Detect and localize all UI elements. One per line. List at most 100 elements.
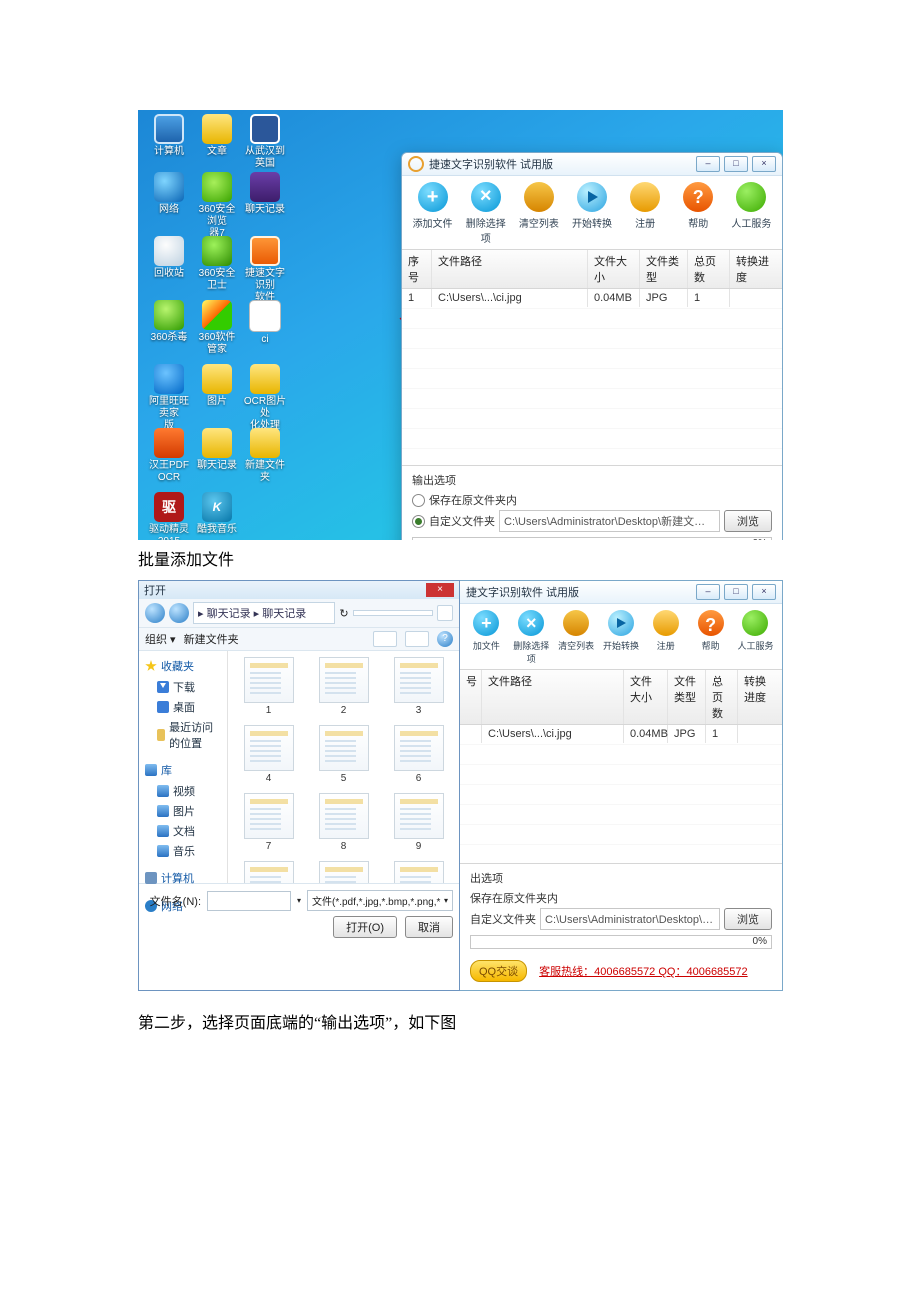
computer-icon (145, 872, 157, 884)
support-button[interactable]: 人工服务 (727, 182, 775, 245)
register-button[interactable]: 注册 (645, 610, 687, 665)
file-thumbnail[interactable]: 8 (309, 793, 378, 855)
nav-back-button[interactable] (145, 603, 165, 623)
nav-recent[interactable]: 最近访问的位置 (139, 717, 227, 753)
nav-pictures[interactable]: 图片 (139, 801, 227, 821)
desktop-icon[interactable]: 360杀毒 (146, 300, 192, 344)
desktop-icon[interactable]: 聊天记录 (242, 172, 288, 216)
close-button[interactable]: × (752, 156, 776, 172)
nav-music[interactable]: 音乐 (139, 841, 227, 861)
file-thumbnail[interactable]: 4 (234, 725, 303, 787)
desktop-icon[interactable]: 图片 (194, 364, 240, 408)
desktop-icon[interactable]: 网络 (146, 172, 192, 216)
desktop-icon[interactable]: 捷速文字识别 软件 (242, 236, 288, 304)
filename-input[interactable] (207, 891, 291, 911)
file-thumbnail[interactable]: 10 (234, 861, 303, 883)
clear-list-button[interactable]: 清空列表 (555, 610, 597, 665)
table-row[interactable]: C:\Users\...\ci.jpg 0.04MB JPG 1 (460, 725, 782, 743)
help-button[interactable]: 帮助 (674, 182, 722, 245)
ocr-app-window-2: 捷文字识别软件 试用版 – □ × 加文件 删除选择项 清空列表 开始转换 注册… (460, 580, 783, 991)
add-file-button[interactable]: 添加文件 (409, 182, 457, 245)
register-button[interactable]: 注册 (621, 182, 669, 245)
dialog-close-button[interactable]: × (426, 583, 454, 597)
titlebar[interactable]: 捷文字识别软件 试用版 – □ × (460, 581, 782, 604)
desktop-icon[interactable]: 360安全卫士 (194, 236, 240, 292)
desktop-icon[interactable]: 回收站 (146, 236, 192, 280)
dialog-search-input[interactable] (353, 610, 433, 616)
desktop-icon[interactable]: 驱驱动精灵 2015 (146, 492, 192, 540)
desktop-icon[interactable]: 文章 (194, 114, 240, 158)
desktop-icon[interactable]: 新建文件夹 (242, 428, 288, 484)
radio-custom-folder[interactable] (412, 515, 425, 528)
cancel-button[interactable]: 取消 (405, 916, 453, 938)
desktop-icon[interactable]: 汉王PDF OCR (146, 428, 192, 484)
nav-downloads[interactable]: 下载 (139, 677, 227, 697)
help-button[interactable]: 帮助 (690, 610, 732, 665)
file-thumbnail[interactable]: 5 (309, 725, 378, 787)
desktop-icon[interactable]: 计算机 (146, 114, 192, 158)
nav-libraries[interactable]: 库 (139, 759, 227, 781)
search-icon[interactable] (437, 605, 453, 621)
nav-computer[interactable]: 计算机 (139, 867, 227, 889)
nav-desktop[interactable]: 桌面 (139, 697, 227, 717)
dialog-help-button[interactable]: ? (437, 631, 453, 647)
nav-forward-button[interactable] (169, 603, 189, 623)
close-button[interactable]: × (752, 584, 776, 600)
titlebar[interactable]: 捷速文字识别软件 试用版 – □ × (402, 153, 782, 176)
organize-menu[interactable]: 组织 ▾ (145, 631, 176, 647)
filename-dropdown-icon[interactable]: ▾ (297, 896, 301, 905)
refresh-icon[interactable]: ↻ (339, 607, 349, 620)
file-thumbnail[interactable]: 11 (309, 861, 378, 883)
desktop-icon[interactable]: K酷我音乐 (194, 492, 240, 536)
desktop-icon (157, 701, 169, 713)
nav-favorites[interactable]: 收藏夹 (139, 655, 227, 677)
browse-button[interactable]: 浏览 (724, 908, 772, 930)
file-thumbnail[interactable]: 6 (384, 725, 453, 787)
thumbnail-label: 2 (309, 705, 378, 716)
app-icon (154, 364, 184, 394)
nav-videos[interactable]: 视频 (139, 781, 227, 801)
output-path-field[interactable]: C:\Users\Administrator\Desktop\新建文件夹 (499, 510, 720, 532)
minimize-button[interactable]: – (696, 156, 720, 172)
minimize-button[interactable]: – (696, 584, 720, 600)
remove-selected-button[interactable]: 删除选择项 (510, 610, 552, 665)
remove-selected-button[interactable]: 删除选择项 (462, 182, 510, 245)
desktop-icon[interactable]: 从武汉到英国 (242, 114, 288, 170)
app-icon (250, 114, 280, 144)
desktop-icon[interactable]: 阿里旺旺卖家 版 (146, 364, 192, 432)
maximize-button[interactable]: □ (724, 156, 748, 172)
nav-documents[interactable]: 文档 (139, 821, 227, 841)
desktop-icon-label: 酷我音乐 (194, 524, 240, 536)
add-file-button[interactable]: 加文件 (465, 610, 507, 665)
breadcrumb[interactable]: ▸ 聊天记录 ▸ 聊天记录 (193, 602, 335, 624)
dialog-titlebar[interactable]: 打开 × (139, 581, 459, 599)
qq-buy-button[interactable]: QQ交谈 (470, 960, 527, 982)
browse-button[interactable]: 浏览 (724, 510, 772, 532)
desktop-icon[interactable]: OCR图片处 化处理 (242, 364, 288, 432)
hotline-link[interactable]: 客服热线：4006685572 QQ：4006685572 (539, 963, 748, 979)
file-thumbnail[interactable]: 9 (384, 793, 453, 855)
file-thumbnail[interactable]: 1 (234, 657, 303, 719)
file-thumbnail[interactable]: 2 (309, 657, 378, 719)
output-path-field[interactable]: C:\Users\Administrator\Desktop\新建文件夹 (540, 908, 720, 930)
support-button[interactable]: 人工服务 (734, 610, 776, 665)
new-folder-button[interactable]: 新建文件夹 (184, 631, 239, 647)
file-thumbnail[interactable]: 7 (234, 793, 303, 855)
radio-same-folder[interactable] (412, 494, 425, 507)
screenshot-2: 打开 × ▸ 聊天记录 ▸ 聊天记录 ↻ 组织 ▾ 新建文件夹 ? (138, 580, 783, 991)
file-thumbnail[interactable]: 12 (384, 861, 453, 883)
desktop-icon[interactable]: ci (242, 300, 288, 346)
open-button[interactable]: 打开(O) (333, 916, 397, 938)
start-convert-button[interactable]: 开始转换 (600, 610, 642, 665)
desktop-icon[interactable]: 360安全浏览 器7 (194, 172, 240, 240)
view-mode-button[interactable] (373, 631, 397, 647)
clear-list-button[interactable]: 清空列表 (515, 182, 563, 245)
filetype-select[interactable]: 文件(*.pdf,*.jpg,*.bmp,*.png,*▾ (307, 890, 453, 911)
start-convert-button[interactable]: 开始转换 (568, 182, 616, 245)
table-row[interactable]: 1 C:\Users\...\ci.jpg 0.04MB JPG 1 (402, 289, 782, 307)
desktop-icon[interactable]: 360软件管家 (194, 300, 240, 356)
maximize-button[interactable]: □ (724, 584, 748, 600)
file-thumbnail[interactable]: 3 (384, 657, 453, 719)
desktop-icon[interactable]: 聊天记录 (194, 428, 240, 472)
view-mode-button-2[interactable] (405, 631, 429, 647)
